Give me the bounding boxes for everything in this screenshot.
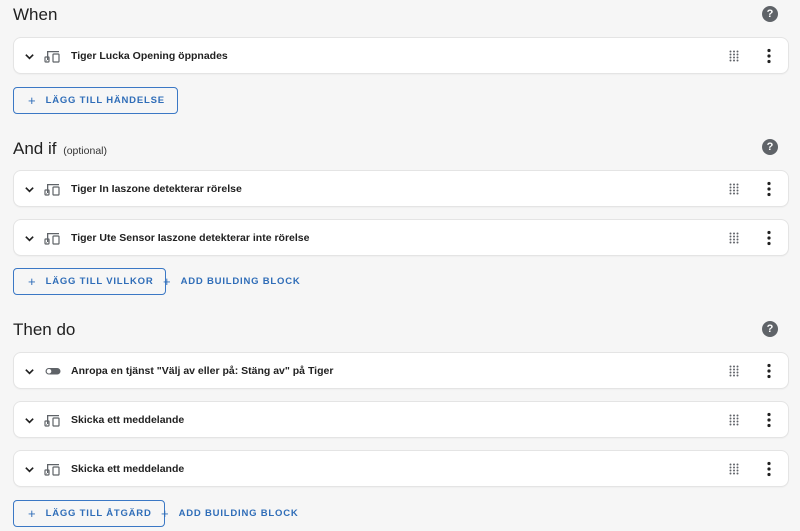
toggle-icon xyxy=(45,368,61,375)
device-icon xyxy=(44,184,60,196)
optional-label: (optional) xyxy=(63,145,107,157)
section-title-when: When xyxy=(13,5,58,24)
action-row[interactable]: Anropa en tjänst "Välj av eller på: Stän… xyxy=(13,352,789,389)
section-title-and-if: And if (optional) xyxy=(13,139,107,158)
add-action-button[interactable]: + LÄGG TILL ÅTGÄRD xyxy=(13,500,165,527)
add-condition-button[interactable]: + LÄGG TILL VILLKOR xyxy=(13,268,167,295)
chevron-down-icon[interactable] xyxy=(24,51,35,62)
plus-icon: + xyxy=(163,274,171,289)
more-vert-icon[interactable] xyxy=(766,412,772,428)
plus-icon: + xyxy=(161,506,169,521)
more-vert-icon[interactable] xyxy=(766,230,772,246)
condition-row[interactable]: Tiger In Iaszone detekterar rörelse xyxy=(13,170,789,207)
help-icon[interactable]: ? xyxy=(762,6,778,22)
more-vert-icon[interactable] xyxy=(766,461,772,477)
trigger-row[interactable]: Tiger Lucka Opening öppnades xyxy=(13,37,789,74)
chevron-down-icon[interactable] xyxy=(24,464,35,475)
device-icon xyxy=(44,233,60,245)
drag-handle-icon[interactable] xyxy=(729,365,739,377)
drag-handle-icon[interactable] xyxy=(729,463,739,475)
chevron-down-icon[interactable] xyxy=(24,233,35,244)
add-building-block-button[interactable]: + ADD BUILDING BLOCK xyxy=(161,500,299,527)
section-title-then-do: Then do xyxy=(13,320,76,339)
more-vert-icon[interactable] xyxy=(766,48,772,64)
action-label: Skicka ett meddelande xyxy=(71,414,185,426)
action-label: Anropa en tjänst "Välj av eller på: Stän… xyxy=(71,365,334,377)
more-vert-icon[interactable] xyxy=(766,363,772,379)
device-icon xyxy=(44,464,60,476)
condition-label: Tiger Ute Sensor Iaszone detekterar inte… xyxy=(71,232,310,244)
chevron-down-icon[interactable] xyxy=(24,184,35,195)
plus-icon: + xyxy=(28,274,36,289)
device-icon xyxy=(44,51,60,63)
help-icon[interactable]: ? xyxy=(762,321,778,337)
help-icon[interactable]: ? xyxy=(762,139,778,155)
add-building-block-button[interactable]: + ADD BUILDING BLOCK xyxy=(163,268,301,295)
condition-row[interactable]: Tiger Ute Sensor Iaszone detekterar inte… xyxy=(13,219,789,256)
drag-handle-icon[interactable] xyxy=(729,414,739,426)
action-row[interactable]: Skicka ett meddelande xyxy=(13,401,789,438)
chevron-down-icon[interactable] xyxy=(24,366,35,377)
drag-handle-icon[interactable] xyxy=(729,50,739,62)
action-row[interactable]: Skicka ett meddelande xyxy=(13,450,789,487)
plus-icon: + xyxy=(28,93,36,108)
plus-icon: + xyxy=(28,506,36,521)
condition-label: Tiger In Iaszone detekterar rörelse xyxy=(71,183,242,195)
more-vert-icon[interactable] xyxy=(766,181,772,197)
drag-handle-icon[interactable] xyxy=(729,232,739,244)
chevron-down-icon[interactable] xyxy=(24,415,35,426)
drag-handle-icon[interactable] xyxy=(729,183,739,195)
add-trigger-button[interactable]: + LÄGG TILL HÄNDELSE xyxy=(13,87,178,114)
device-icon xyxy=(44,415,60,427)
trigger-label: Tiger Lucka Opening öppnades xyxy=(71,50,228,62)
action-label: Skicka ett meddelande xyxy=(71,463,185,475)
